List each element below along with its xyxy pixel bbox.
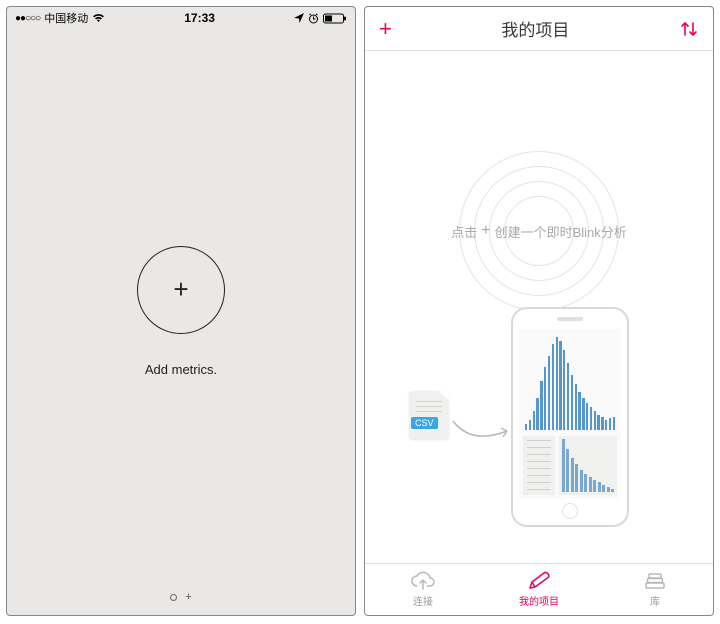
hint-post: 创建一个即时Blink分析 [495, 222, 627, 241]
illustration: CSV [451, 307, 671, 527]
empty-projects: 点击 + 创建一个即时Blink分析 CSV [365, 51, 713, 563]
arrow-icon [451, 419, 515, 454]
add-metrics-label: Add metrics. [145, 362, 217, 377]
screenshot-left: ●●○○○ 中国移动 17:33 + Add metrics. + [6, 6, 356, 616]
phone-mockup-icon [511, 307, 629, 527]
cloud-upload-icon [410, 571, 436, 591]
tab-label: 连接 [413, 593, 433, 608]
pencil-icon [527, 571, 551, 591]
tab-label: 我的项目 [519, 593, 559, 608]
chart-mini-lines [523, 436, 555, 495]
tab-bar: 连接 我的项目 库 [365, 563, 713, 615]
add-page-icon[interactable]: + [185, 594, 191, 601]
tab-projects[interactable]: 我的项目 [481, 564, 597, 615]
add-metrics-button[interactable]: + [137, 246, 225, 334]
chart-mini-bars [559, 436, 618, 495]
add-button[interactable]: + [379, 16, 392, 42]
plus-icon: + [481, 222, 490, 240]
plus-icon: + [173, 274, 188, 305]
tab-library[interactable]: 库 [597, 564, 713, 615]
ripple-graphic: 点击 + 创建一个即时Blink分析 [459, 151, 619, 311]
csv-file-icon: CSV [409, 391, 449, 439]
hint-text: 点击 + 创建一个即时Blink分析 [451, 222, 627, 241]
chart-main [523, 333, 617, 432]
page-indicator: + [7, 594, 355, 601]
hint-pre: 点击 [451, 222, 477, 241]
sort-button[interactable] [679, 20, 699, 38]
nav-bar: + 我的项目 [365, 7, 713, 51]
csv-tag: CSV [411, 417, 438, 429]
nav-title: 我的项目 [501, 16, 569, 41]
page-dot-icon [170, 594, 177, 601]
library-stack-icon [643, 571, 667, 591]
tab-label: 库 [650, 593, 660, 608]
screenshot-right: + 我的项目 点击 + 创建一个即时Blink分析 CSV [364, 6, 714, 616]
empty-state: + Add metrics. [7, 7, 355, 615]
tab-connect[interactable]: 连接 [365, 564, 481, 615]
